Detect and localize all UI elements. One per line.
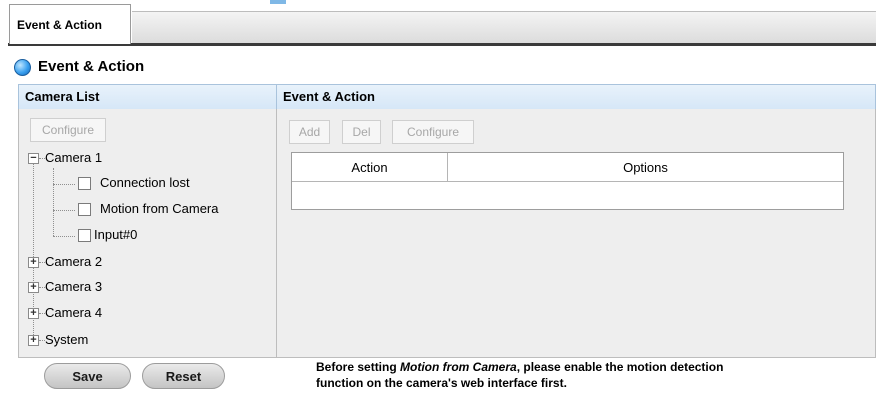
camera-list-panel: Configure − Camera 1 Connection lost Mot… [18,109,277,358]
note-line1-suffix: , please enable the motion detection [516,360,724,374]
event-configure-button[interactable]: Configure [392,120,474,144]
tree-item-camera-4[interactable]: Camera 4 [45,305,102,320]
tree-connector [53,236,75,237]
reset-button[interactable]: Reset [142,363,225,389]
motion-detection-note: Before setting Motion from Camera, pleas… [316,359,836,391]
tree-connector [53,210,75,211]
tree-camera1-line [53,168,54,236]
camera-list-header: Camera List [18,84,277,110]
input-0-checkbox[interactable] [78,229,91,242]
tree-connector [53,184,75,185]
tree-item-motion-from-camera[interactable]: Motion from Camera [100,201,218,216]
event-action-table: Action Options [291,152,844,210]
event-action-panel: Add Del Configure Action Options [276,109,876,358]
tree-item-camera-3[interactable]: Camera 3 [45,279,102,294]
camera-tree: − Camera 1 Connection lost Motion from C… [19,109,276,357]
column-header-action[interactable]: Action [292,153,448,181]
tab-strip-background [132,11,876,43]
note-line2: function on the camera's web interface f… [316,376,567,390]
tree-item-system[interactable]: System [45,332,88,347]
motion-from-camera-checkbox[interactable] [78,203,91,216]
collapse-icon[interactable]: − [28,153,39,164]
add-button[interactable]: Add [289,120,330,144]
page-title: Event & Action [38,58,145,75]
expand-icon[interactable]: + [28,308,39,319]
tab-event-action[interactable]: Event & Action [9,4,131,44]
table-header: Action Options [292,153,843,182]
column-header-options[interactable]: Options [448,153,843,181]
event-action-header: Event & Action [276,84,876,110]
save-button[interactable]: Save [44,363,131,389]
expand-icon[interactable]: + [28,335,39,346]
tree-item-connection-lost[interactable]: Connection lost [100,175,190,190]
tree-item-camera-2[interactable]: Camera 2 [45,254,102,269]
tree-item-camera-1[interactable]: Camera 1 [45,150,102,165]
connection-lost-checkbox[interactable] [78,177,91,190]
note-prefix: Before setting [316,360,401,374]
expand-icon[interactable]: + [28,257,39,268]
tree-item-input-0[interactable]: Input#0 [94,227,137,242]
expand-icon[interactable]: + [28,282,39,293]
blue-orb-icon [14,59,31,76]
delete-button[interactable]: Del [342,120,381,144]
tab-strip [8,4,876,46]
note-emphasis: Motion from Camera [400,360,517,374]
